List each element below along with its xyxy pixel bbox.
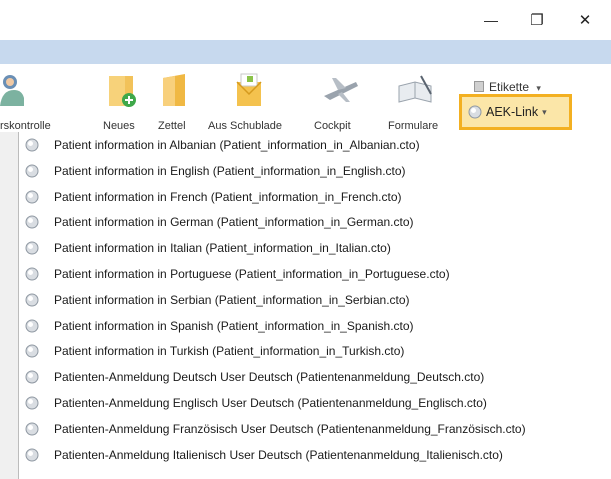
menu-item-label: Patient information in English (Patient_… <box>54 163 406 178</box>
menu-item-label: Patient information in Turkish (Patient_… <box>54 344 405 359</box>
chevron-down-icon: ▾ <box>542 106 547 117</box>
aek-link-label: AEK-Link <box>486 105 539 119</box>
restore-button[interactable]: ❐ <box>514 0 560 40</box>
link-globe-icon <box>25 164 39 178</box>
note-button[interactable] <box>155 72 197 108</box>
menu-item-label: Patient information in German (Patient_i… <box>54 215 414 230</box>
folder-icon <box>163 74 185 106</box>
menu-item[interactable]: Patient information in French (Patient_i… <box>19 184 611 210</box>
link-globe-icon <box>25 267 39 281</box>
menu-item-label: Patient information in Italian (Patient_… <box>54 241 391 256</box>
link-globe-icon <box>25 215 39 229</box>
chevron-down-icon: ▾ <box>536 83 541 93</box>
restore-icon: ❐ <box>530 12 544 29</box>
link-globe-icon <box>25 422 39 436</box>
ribbon-label-new: Neues <box>103 120 135 132</box>
minimize-button[interactable]: — <box>468 0 514 40</box>
menu-item[interactable]: Patienten-Anmeldung Deutsch User Deutsch… <box>19 364 611 390</box>
link-globe-icon <box>25 370 39 384</box>
menu-item[interactable]: Patient information in Spanish (Patient_… <box>19 313 611 339</box>
ribbon-label-from-drawer: Aus Schublade <box>208 120 282 132</box>
link-globe-icon <box>25 190 39 204</box>
ribbon-label-note: Zettel <box>158 120 186 132</box>
ribbon-tab-strip <box>0 40 611 64</box>
drawer-icon <box>236 73 262 106</box>
new-button[interactable] <box>103 72 145 108</box>
menu-item[interactable]: Patienten-Anmeldung Französisch User Deu… <box>19 416 611 442</box>
menu-item-label: Patient information in French (Patient_i… <box>54 189 402 204</box>
close-icon: ✕ <box>578 12 592 29</box>
menu-item-label: Patienten-Anmeldung Französisch User Deu… <box>54 421 526 436</box>
airplane-icon <box>324 78 358 102</box>
menu-item-label: Patient information in Portuguese (Patie… <box>54 267 450 281</box>
minimize-icon: — <box>484 12 498 28</box>
menu-item-label: Patienten-Anmeldung Englisch User Deutsc… <box>54 396 487 410</box>
menu-item[interactable]: Patient information in Portuguese (Patie… <box>19 261 611 287</box>
label-icon <box>474 81 484 92</box>
menu-item[interactable]: Patienten-Anmeldung Italienisch User Deu… <box>19 442 611 468</box>
menu-item[interactable]: Patient information in Turkish (Patient_… <box>19 338 611 364</box>
menu-item-label: Patient information in Spanish (Patient_… <box>54 318 414 333</box>
ribbon-label-patient-control: rskontrolle <box>0 120 51 132</box>
menu-item-label: Patient information in Albanian (Patient… <box>54 138 420 152</box>
from-drawer-button[interactable] <box>231 72 273 108</box>
new-folder-icon <box>109 76 136 107</box>
background-panel-edge <box>0 132 19 479</box>
ribbon-label-forms: Formulare <box>388 120 439 132</box>
menu-item-label: Patienten-Anmeldung Deutsch User Deutsch… <box>54 370 485 385</box>
title-bar: — ❐ ✕ <box>0 0 611 40</box>
menu-item[interactable]: Patient information in Italian (Patient_… <box>19 235 611 261</box>
link-globe-icon <box>25 319 39 333</box>
aek-link-dropdown-menu: Patient information in Albanian (Patient… <box>18 132 611 479</box>
label-dropdown-text: Etikette <box>489 80 530 94</box>
close-button[interactable]: ✕ <box>562 0 608 40</box>
menu-item[interactable]: Patient information in Albanian (Patient… <box>19 132 611 158</box>
person-icon <box>0 75 24 106</box>
book-pen-icon <box>398 75 432 103</box>
menu-item-label: Patienten-Anmeldung Italienisch User Deu… <box>54 447 503 462</box>
menu-item[interactable]: Patient information in English (Patient_… <box>19 158 611 184</box>
patient-control-button[interactable] <box>0 72 28 108</box>
forms-button[interactable] <box>395 72 437 108</box>
menu-item[interactable]: Patienten-Anmeldung Englisch User Deutsc… <box>19 390 611 416</box>
link-globe-icon <box>25 448 39 462</box>
link-globe-icon <box>25 396 39 410</box>
link-globe-icon <box>25 344 39 358</box>
label-dropdown-button[interactable]: Etikette ▾ <box>474 80 541 94</box>
link-globe-icon <box>468 105 482 119</box>
aek-link-dropdown-button[interactable]: AEK-Link ▾ <box>459 94 572 130</box>
link-globe-icon <box>25 241 39 255</box>
cockpit-button[interactable] <box>320 72 362 108</box>
link-globe-icon <box>25 293 39 307</box>
menu-item[interactable]: Patient information in Serbian (Patient_… <box>19 287 611 313</box>
menu-item[interactable]: Patient information in German (Patient_i… <box>19 209 611 235</box>
ribbon-label-cockpit: Cockpit <box>314 120 351 132</box>
link-globe-icon <box>25 138 39 152</box>
menu-item-label: Patient information in Serbian (Patient_… <box>54 292 410 307</box>
